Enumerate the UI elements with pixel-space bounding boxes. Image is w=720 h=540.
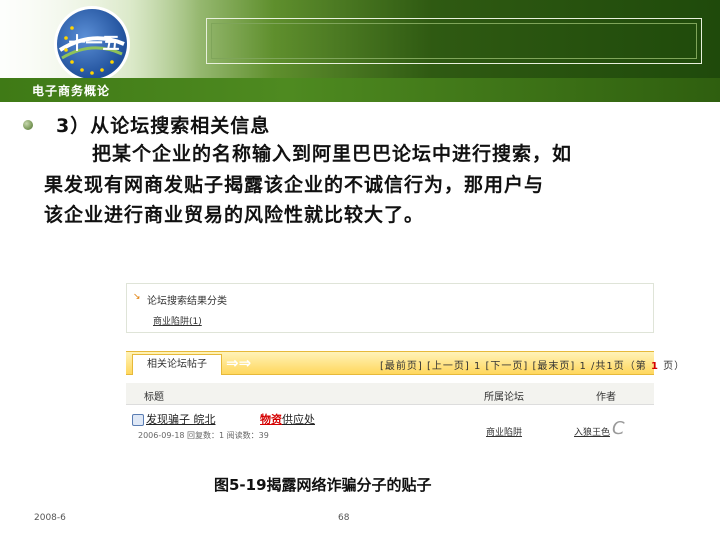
- course-title-bar: 电子商务概论: [0, 78, 720, 102]
- eleventh-five-year-logo-icon: 十一五: [54, 6, 130, 82]
- pager[interactable]: [最前页] [上一页] 1 [下一页] [最末页] 1 /共1页（第 1 页）: [380, 357, 685, 372]
- post-title-link-rest[interactable]: 供应处: [282, 411, 315, 427]
- category-link-label: 商业陷阱: [153, 317, 190, 327]
- slide-header: 十一五 电子商务概论: [0, 0, 720, 102]
- header-frame: [206, 18, 702, 64]
- figure-caption: 图5-19揭露网络诈骗分子的贴子: [214, 476, 432, 494]
- post-forum-link[interactable]: 商业陷阱: [486, 425, 522, 438]
- tab-related-posts[interactable]: 相关论坛帖子: [132, 354, 222, 375]
- paragraph-line-1: 把某个企业的名称输入到阿里巴巴论坛中进行搜索，如: [92, 143, 573, 165]
- author-avatar-icon: C: [612, 418, 625, 439]
- results-title: 论坛搜索结果分类: [147, 296, 227, 307]
- posts-tab-bar: 相关论坛帖子 ⇒⇒ [最前页] [上一页] 1 [下一页] [最末页] 1 /共…: [126, 351, 684, 375]
- column-header-forum: 所属论坛: [484, 392, 524, 403]
- post-icon: [132, 414, 144, 426]
- paragraph-line-2: 果发现有网商发贴子揭露该企业的不诚信行为，那用户与: [44, 174, 545, 196]
- column-header-author: 作者: [596, 392, 616, 403]
- post-author-link[interactable]: 入狼王色: [574, 425, 610, 438]
- post-title-highlight[interactable]: 物资: [260, 411, 282, 427]
- pager-text: [最前页] [上一页] 1 [下一页] [最末页] 1 /共1页（第: [380, 361, 647, 372]
- logo-text: 十一五: [69, 33, 120, 54]
- header-frame-inner: [211, 23, 697, 59]
- bullet-icon: [23, 120, 33, 130]
- results-table-header: 标题 所属论坛 作者: [126, 383, 654, 405]
- section-heading: 3）从论坛搜索相关信息: [56, 115, 271, 137]
- pager-suffix: 页）: [663, 361, 686, 372]
- post-meta: 2006-09-18 回复数：1 阅读数：39: [138, 431, 269, 440]
- footer-date: 2008-6: [34, 513, 66, 523]
- course-title: 电子商务概论: [32, 84, 111, 98]
- category-link[interactable]: 商业陷阱(1): [153, 314, 202, 327]
- results-category-panel: ↘ 论坛搜索结果分类 商业陷阱(1): [126, 283, 654, 333]
- footer-page-number: 68: [338, 513, 350, 523]
- column-header-title: 标题: [144, 392, 164, 403]
- decorative-arrows-icon: ⇒⇒: [226, 354, 252, 372]
- post-title-link[interactable]: 发现骗子 皖北: [146, 411, 216, 427]
- pager-current-page: 1: [650, 361, 659, 372]
- category-count: (1): [189, 317, 202, 327]
- arrow-right-icon: ↘: [133, 292, 141, 302]
- forum-search-screenshot: ↘ 论坛搜索结果分类 商业陷阱(1) 相关论坛帖子 ⇒⇒ [最前页] [上一页]…: [124, 283, 684, 461]
- paragraph-line-3: 该企业进行商业贸易的风险性就比较大了。: [44, 204, 425, 226]
